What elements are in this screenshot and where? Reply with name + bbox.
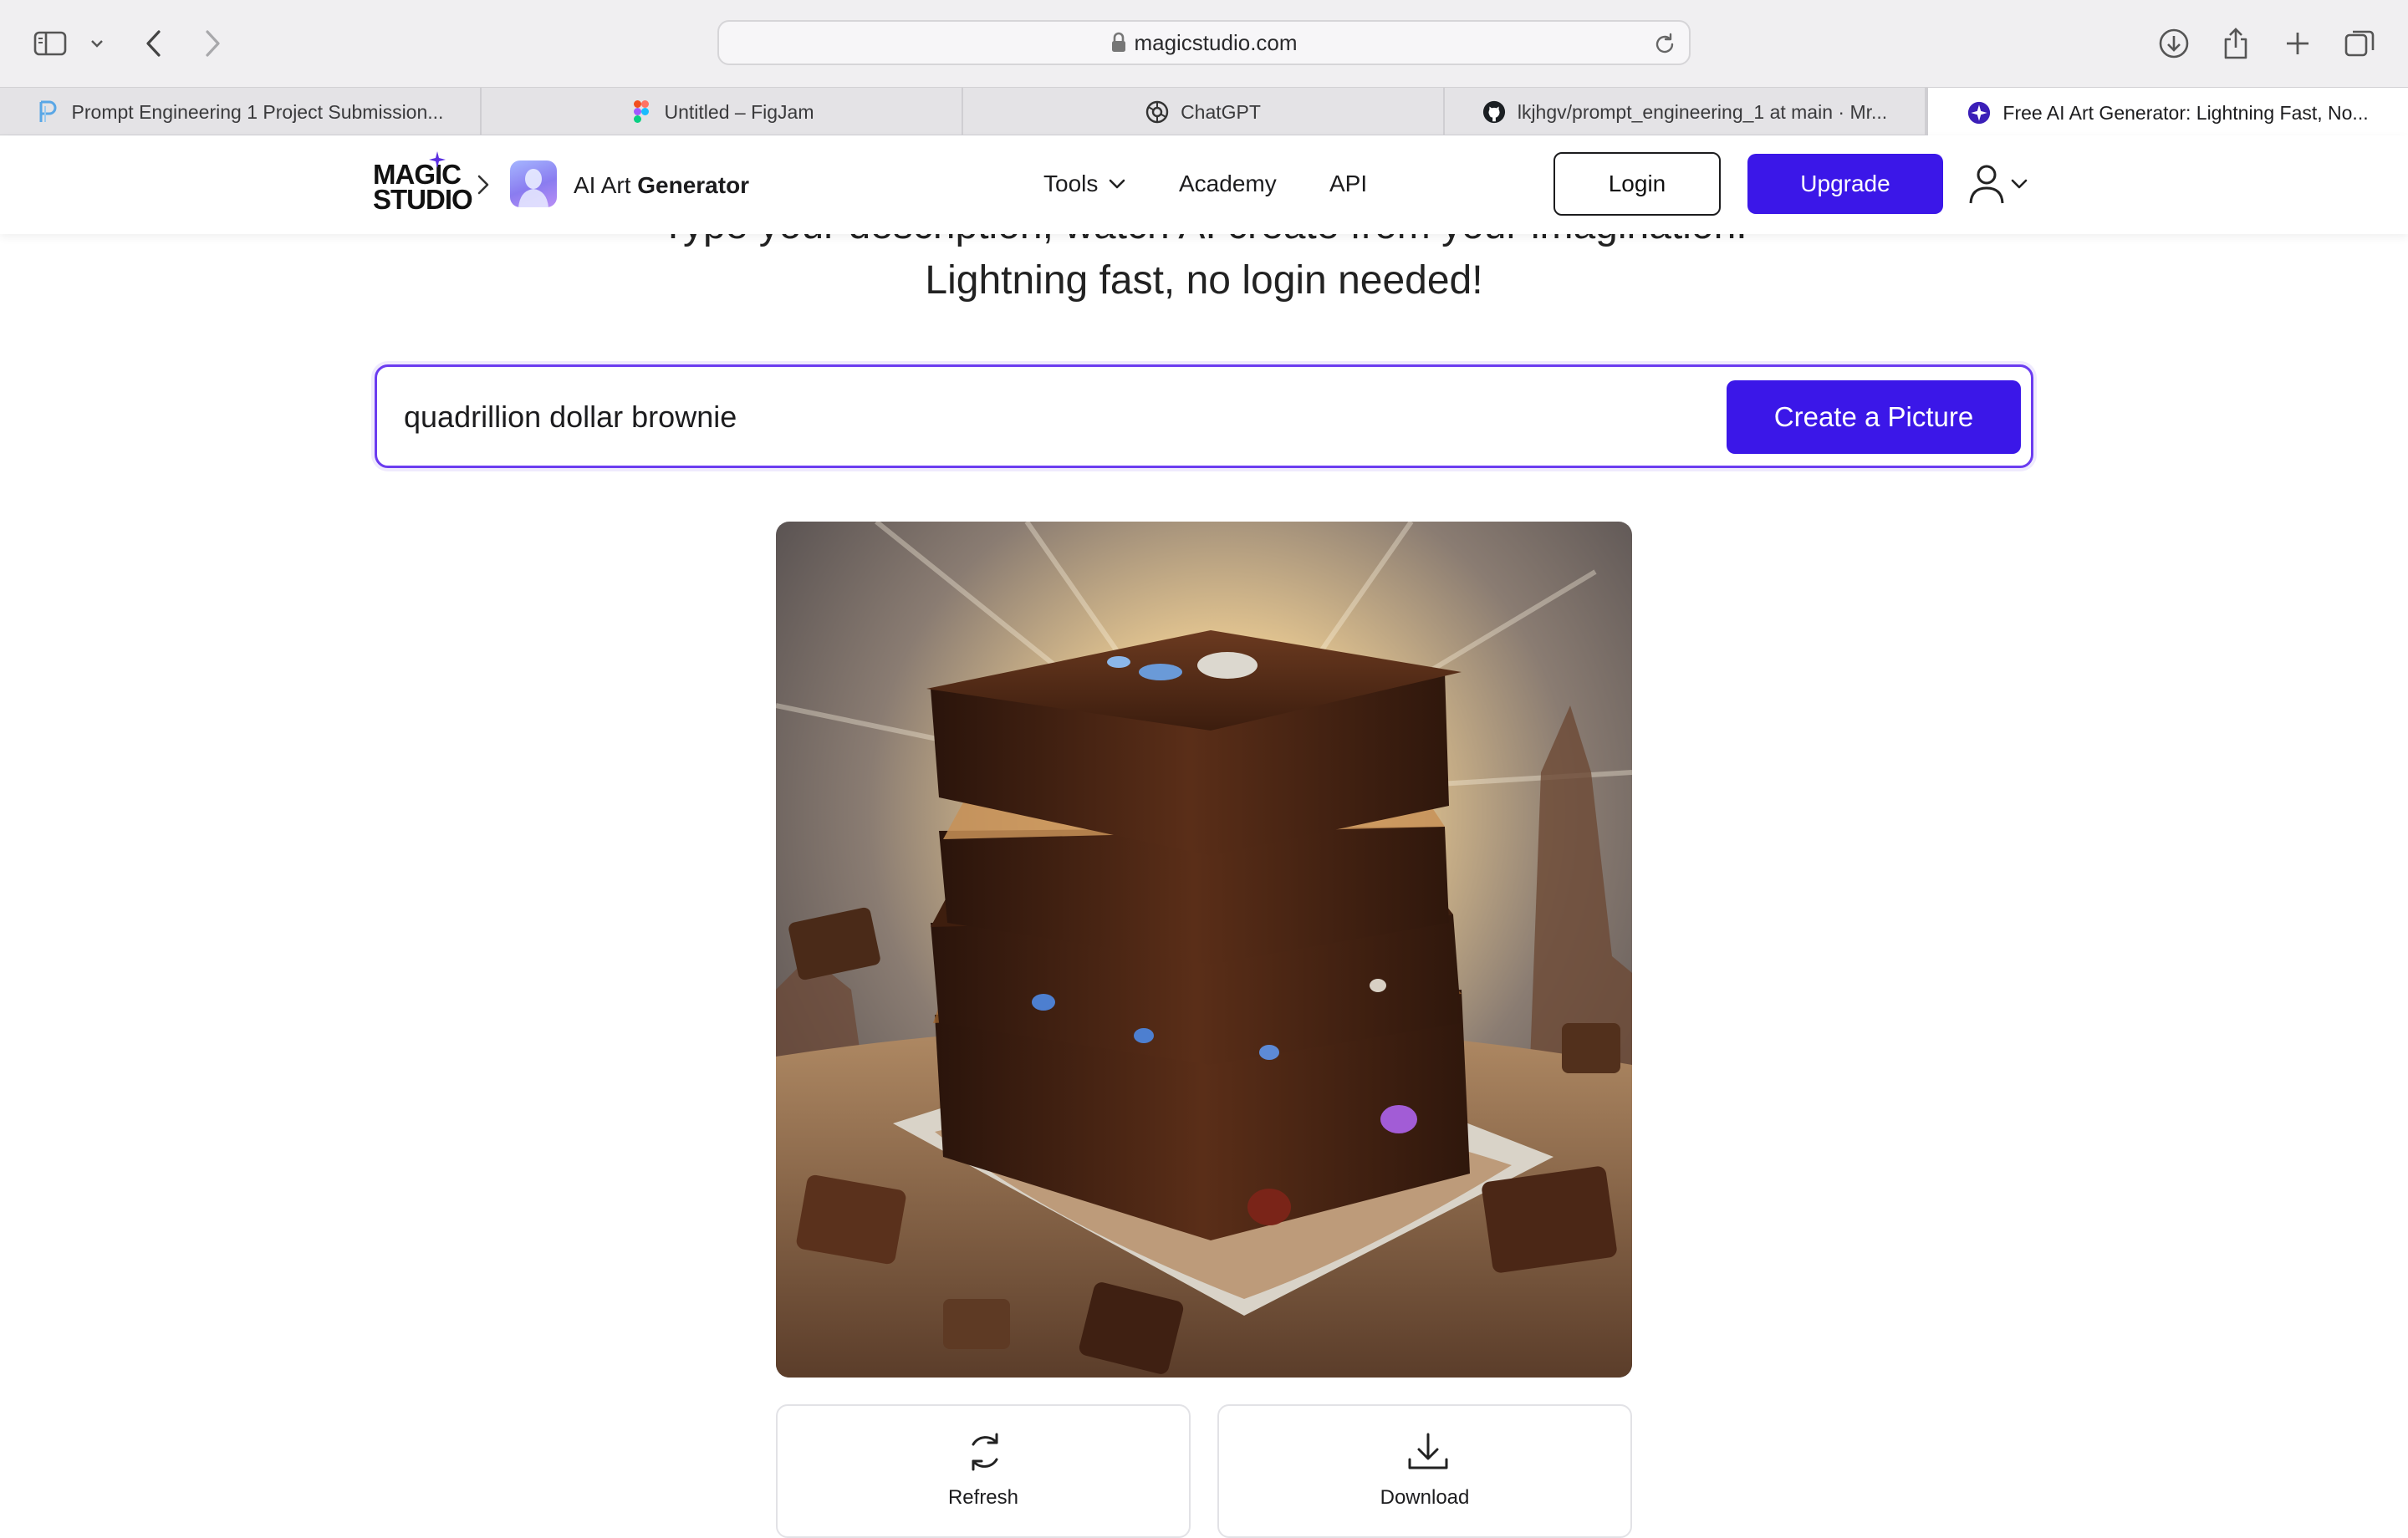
tab-label: Prompt Engineering 1 Project Submission.… [71,100,444,123]
chatgpt-icon [1145,100,1169,124]
tab-label: Free AI Art Generator: Lightning Fast, N… [2002,101,2369,124]
tab-figjam[interactable]: Untitled – FigJam [482,88,963,136]
reload-icon[interactable] [1652,32,1677,57]
nav-tools[interactable]: Tools [1043,171,1126,197]
downloads-icon[interactable] [2150,20,2197,67]
share-icon[interactable] [2212,20,2259,67]
tab-overview-icon[interactable] [2336,20,2383,67]
generated-image [776,522,1632,1378]
magic-studio-logo[interactable]: MAGIC STUDIO [373,151,473,214]
tab-magic-studio[interactable]: Free AI Art Generator: Lightning Fast, N… [1926,88,2408,138]
tab-chatgpt[interactable]: ChatGPT [963,88,1445,136]
p-logo-icon [37,100,60,124]
nav-academy[interactable]: Academy [1179,171,1277,197]
tab-github[interactable]: lkjhgv/prompt_engineering_1 at main · Mr… [1445,88,1926,136]
product-name[interactable]: AI Art Generator [574,172,749,199]
product-name-bold: Generator [637,172,750,198]
github-icon [1482,100,1506,124]
refresh-label: Refresh [947,1486,1019,1509]
site-header: MAGIC STUDIO AI Art Generator Tools Acad… [0,135,2408,234]
nav-tools-label: Tools [1043,171,1099,196]
download-label: Download [1380,1486,1470,1509]
chevron-down-icon [1110,179,1125,189]
sparkle-icon [429,151,446,168]
download-icon [1408,1433,1448,1469]
address-bar[interactable]: magicstudio.com [717,20,1691,65]
download-button[interactable]: Download [1217,1404,1632,1538]
chevron-down-icon[interactable] [74,20,120,67]
lock-icon [1112,32,1126,52]
tab-label: Untitled – FigJam [664,100,814,123]
prompt-box: Create a Picture [375,364,2033,468]
tab-label: lkjhgv/prompt_engineering_1 at main · Mr… [1517,100,1888,123]
product-name-light: AI Art [574,172,631,198]
tab-bar: Prompt Engineering 1 Project Submission.… [0,87,2408,138]
ai-art-generator-icon [510,160,557,207]
tab-label: ChatGPT [1181,100,1261,123]
chevron-down-icon [2011,179,2028,189]
prompt-input[interactable] [404,392,1658,442]
back-icon[interactable] [130,20,177,67]
upgrade-button[interactable]: Upgrade [1747,154,1943,214]
create-picture-button[interactable]: Create a Picture [1727,380,2021,454]
sidebar-toggle-icon[interactable] [27,20,74,67]
hero-subtitle: Lightning fast, no login needed! [925,258,1483,303]
magic-studio-icon [1967,101,1991,125]
new-tab-icon[interactable] [2274,20,2321,67]
user-icon [1969,165,2004,204]
figma-icon [630,100,653,124]
url-text: magicstudio.com [1134,29,1298,55]
nav-api[interactable]: API [1329,171,1367,197]
browser-toolbar: magicstudio.com [0,0,2408,87]
refresh-icon [972,1433,998,1471]
chevron-right-icon [477,175,489,195]
refresh-button[interactable]: Refresh [776,1404,1191,1538]
login-button[interactable]: Login [1553,152,1721,216]
tab-prompt-engineering[interactable]: Prompt Engineering 1 Project Submission.… [0,88,482,136]
account-menu[interactable] [1968,159,2035,209]
forward-icon[interactable] [189,20,236,67]
logo-text-bottom: STUDIO [373,184,473,215]
